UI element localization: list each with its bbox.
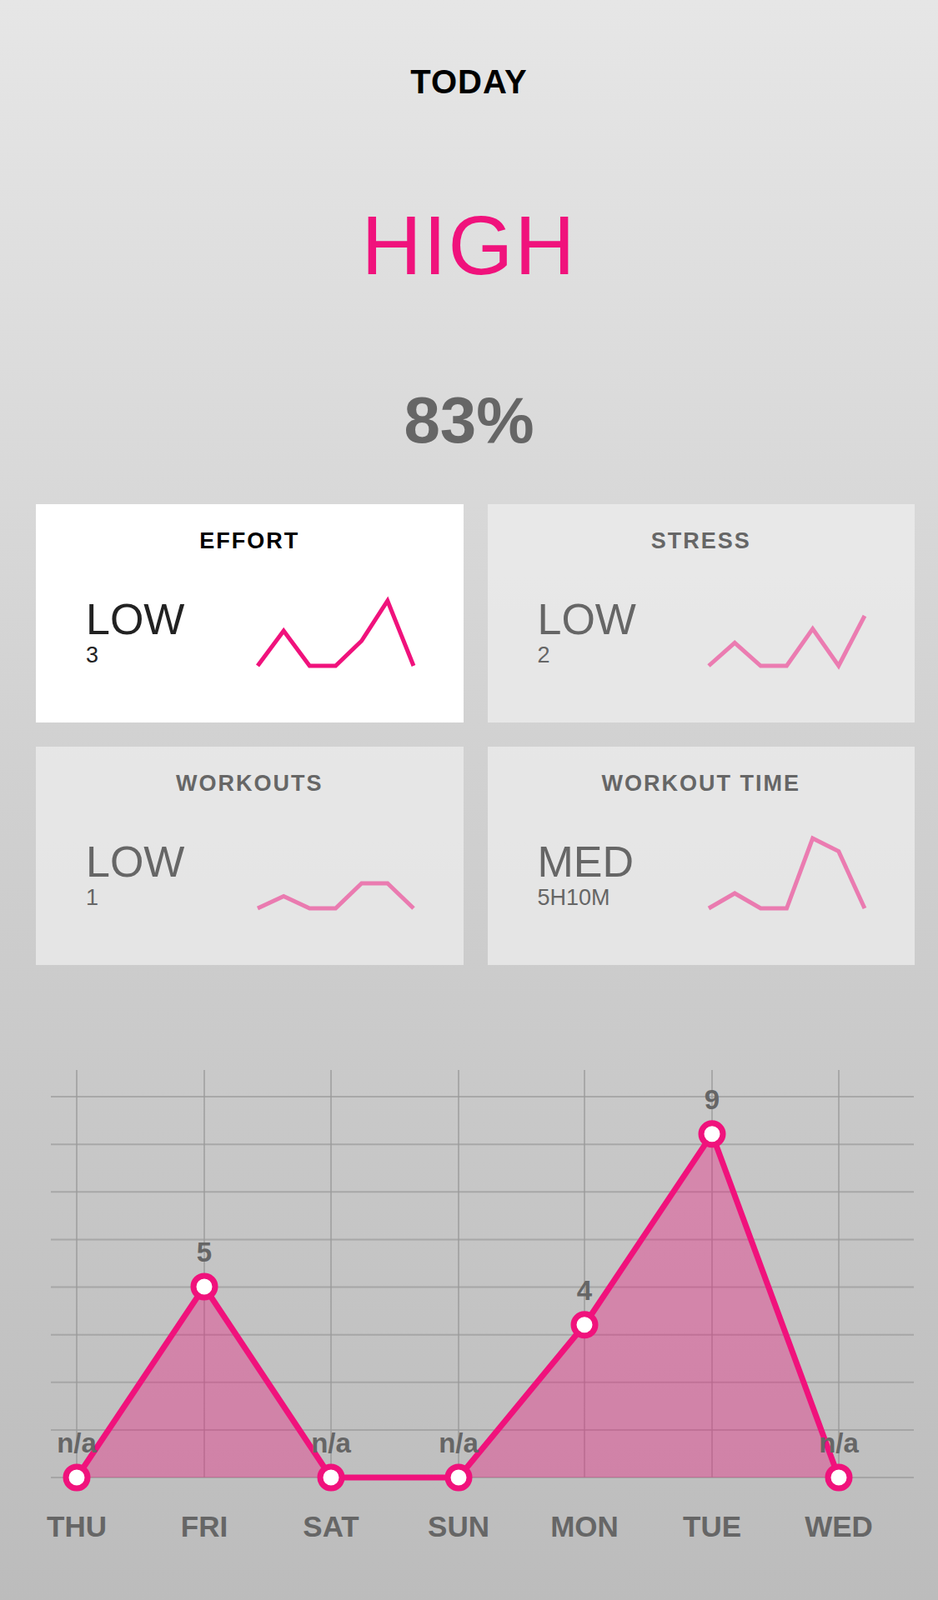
day-label: MON <box>550 1510 619 1544</box>
readiness-percent: 83% <box>0 382 938 458</box>
point-label: n/a <box>56 1428 97 1460</box>
tile-body: LOW1 <box>35 815 464 914</box>
point-label: 9 <box>704 1084 720 1116</box>
grid-line <box>330 1070 332 1479</box>
day-label: TUE <box>682 1510 742 1544</box>
tile-text: LOW1 <box>85 815 185 911</box>
sparkline-line <box>708 616 865 667</box>
tile-value: 3 <box>85 642 185 668</box>
background-photo: TODAYHIGH83%EFFORTLOW3STRESSLOW2WORKOUTS… <box>0 0 938 1600</box>
trend-sparkline <box>255 815 417 914</box>
tile-body: LOW3 <box>35 572 464 672</box>
sparkline-line <box>257 883 414 909</box>
point-label: n/a <box>818 1428 859 1460</box>
day-label: FRI <box>180 1510 228 1544</box>
grid-line <box>837 1070 840 1479</box>
tile-title: EFFORT <box>35 527 464 555</box>
metric-tile[interactable]: WORKOUT TIME MED5H10M <box>487 747 916 966</box>
data-point <box>701 1123 723 1146</box>
metric-tile[interactable]: STRESS LOW2 <box>487 504 916 723</box>
tile-level: LOW <box>85 596 185 643</box>
trend-sparkline <box>706 815 868 914</box>
metric-tiles: EFFORTLOW3STRESSLOW2WORKOUTSLOW1WORKOUT … <box>35 504 915 966</box>
grid-line <box>50 1287 914 1290</box>
data-point <box>320 1467 342 1490</box>
tile-body: LOW2 <box>487 572 916 672</box>
chart-area <box>76 1134 839 1479</box>
readiness-level: HIGH <box>0 203 938 287</box>
metric-tile[interactable]: WORKOUTS LOW1 <box>35 747 464 966</box>
tile-title: STRESS <box>487 527 916 555</box>
tile-level: LOW <box>85 838 185 886</box>
grid-line <box>75 1070 78 1479</box>
sparkline-line <box>708 838 865 909</box>
point-label: n/a <box>438 1428 479 1460</box>
data-point <box>447 1467 470 1490</box>
tile-text: MED5H10M <box>537 815 635 911</box>
data-point <box>65 1467 88 1490</box>
day-label: SUN <box>427 1510 490 1544</box>
tile-level: MED <box>537 838 635 886</box>
sparkline-line <box>257 601 414 667</box>
header: TODAY HIGH 83% <box>0 0 938 458</box>
tile-title: WORKOUT TIME <box>487 770 916 798</box>
trend-sparkline <box>255 572 417 672</box>
grid-line <box>50 1238 914 1241</box>
point-label: 5 <box>196 1237 212 1269</box>
data-point <box>193 1276 216 1299</box>
tile-text: LOW2 <box>537 572 637 668</box>
day-label: SAT <box>302 1510 359 1544</box>
day-label: WED <box>804 1510 873 1544</box>
tile-value: 2 <box>537 642 637 668</box>
chart-line <box>76 1134 839 1479</box>
tile-level: LOW <box>537 596 637 643</box>
point-label: 4 <box>576 1275 593 1307</box>
tile-body: MED5H10M <box>487 815 916 914</box>
day-label: THU <box>46 1510 107 1544</box>
data-point <box>827 1467 850 1490</box>
grid-line <box>50 1143 914 1146</box>
weekly-chart: n/a THU 5 FRI n/a SAT n/a SUN 4 MON 9 TUE n/a WED <box>0 1049 938 1567</box>
chart-grid <box>50 1070 914 1479</box>
tile-title: WORKOUTS <box>35 770 464 798</box>
grid-line <box>50 1096 914 1099</box>
tile-value: 5H10M <box>537 885 635 911</box>
page-title: TODAY <box>0 58 938 106</box>
point-label: n/a <box>310 1428 352 1460</box>
tile-text: LOW3 <box>85 572 185 668</box>
data-point <box>573 1314 596 1337</box>
metric-tile[interactable]: EFFORT LOW3 <box>35 504 464 723</box>
trend-sparkline <box>706 572 868 672</box>
tile-value: 1 <box>85 885 185 911</box>
grid-line <box>457 1070 460 1479</box>
grid-line <box>50 1191 914 1194</box>
